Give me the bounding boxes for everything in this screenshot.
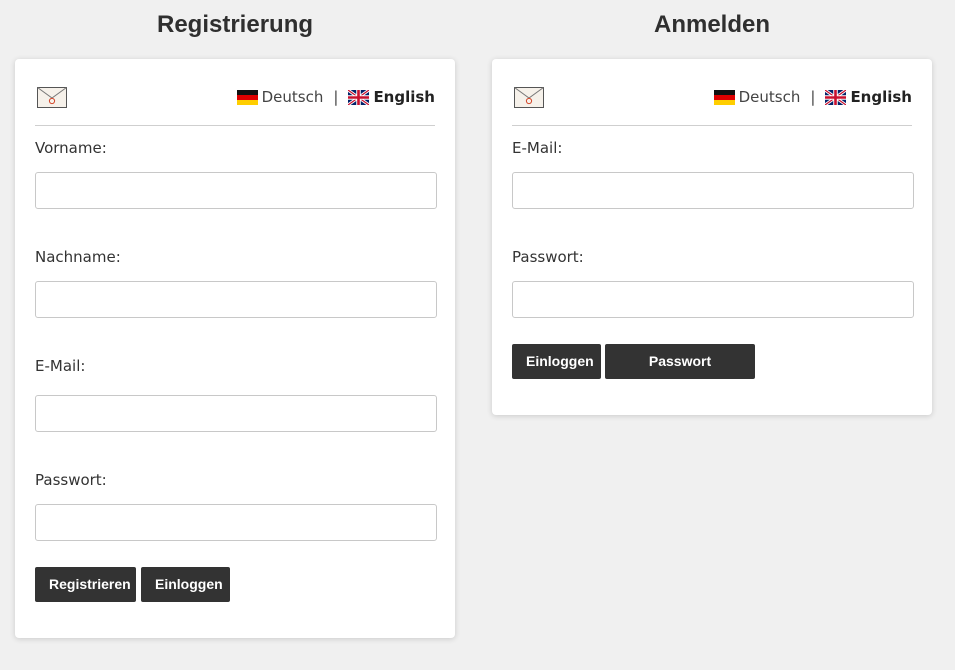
german-flag-icon[interactable] bbox=[236, 89, 258, 105]
firstname-input[interactable] bbox=[35, 172, 437, 209]
register-card-header: Deutsch | English bbox=[35, 59, 435, 126]
login-title: Anmelden bbox=[653, 11, 770, 38]
lang-deutsch-link[interactable]: Deutsch bbox=[739, 88, 801, 106]
lang-separator: | bbox=[810, 88, 816, 106]
lastname-input[interactable] bbox=[35, 281, 437, 318]
uk-flag-icon[interactable] bbox=[825, 89, 847, 105]
firstname-label: Vorname: bbox=[35, 139, 107, 157]
login-email-label: E-Mail: bbox=[512, 139, 563, 157]
register-card-login-button[interactable]: Einloggen bbox=[141, 567, 230, 602]
register-email-input[interactable] bbox=[35, 395, 437, 432]
register-card: Deutsch | English Vorname: Nachname: E-M… bbox=[15, 59, 455, 638]
mail-envelope-icon bbox=[37, 87, 67, 108]
login-password-input[interactable] bbox=[512, 281, 914, 318]
register-password-input[interactable] bbox=[35, 504, 437, 541]
login-button[interactable]: Einloggen bbox=[512, 344, 601, 379]
login-password-label: Passwort: bbox=[512, 248, 584, 266]
lang-english-link[interactable]: English bbox=[373, 88, 435, 106]
lang-english-link[interactable]: English bbox=[850, 88, 912, 106]
register-email-label: E-Mail: bbox=[35, 357, 86, 375]
login-language-switch: Deutsch | English bbox=[713, 86, 912, 108]
register-password-label: Passwort: bbox=[35, 471, 107, 489]
login-card: Deutsch | English E-Mail: Passwort: Einl… bbox=[492, 59, 932, 415]
register-button[interactable]: Registrieren bbox=[35, 567, 136, 602]
lang-deutsch-link[interactable]: Deutsch bbox=[262, 88, 324, 106]
mail-envelope-icon bbox=[514, 87, 544, 108]
login-column: Anmelden Deutsch | English E-Mail: Passw… bbox=[492, 0, 932, 415]
login-email-input[interactable] bbox=[512, 172, 914, 209]
register-title: Registrierung bbox=[156, 11, 314, 38]
uk-flag-icon[interactable] bbox=[348, 89, 370, 105]
lang-separator: | bbox=[333, 88, 339, 106]
lastname-label: Nachname: bbox=[35, 248, 121, 266]
register-language-switch: Deutsch | English bbox=[236, 86, 435, 108]
forgot-password-button[interactable]: Passwort vergessen bbox=[605, 344, 755, 404]
login-card-header: Deutsch | English bbox=[512, 59, 912, 126]
page: Registrierung Deutsch | English Vorname:… bbox=[0, 0, 955, 670]
register-column: Registrierung Deutsch | English Vorname:… bbox=[15, 0, 455, 638]
german-flag-icon[interactable] bbox=[713, 89, 735, 105]
